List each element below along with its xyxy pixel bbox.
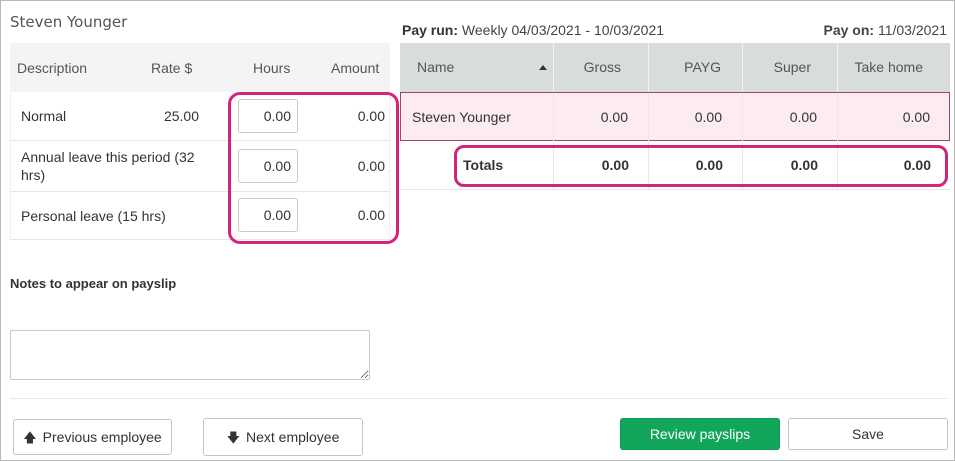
- arrow-up-icon: 🡅: [23, 430, 37, 445]
- pay-item-description: Normal: [21, 108, 67, 124]
- column-divider: [553, 141, 554, 189]
- pay-item-rate: 25.00: [163, 108, 199, 124]
- column-divider: [742, 93, 743, 141]
- column-divider: [648, 141, 649, 189]
- hours-input-normal[interactable]: [238, 99, 298, 133]
- pay-on-value: 11/03/2021: [877, 22, 947, 38]
- header-payg[interactable]: PAYG: [648, 43, 742, 92]
- pay-run-label: Pay run:: [402, 22, 459, 38]
- summary-employee-row[interactable]: Steven Younger 0.00 0.00 0.00 0.00: [400, 92, 950, 141]
- header-name: Name: [417, 59, 455, 75]
- pay-item-amount: 0.00: [357, 158, 385, 174]
- summary-take-home: 0.00: [902, 109, 930, 125]
- review-payslips-button[interactable]: Review payslips: [620, 418, 780, 450]
- header-amount: Amount: [331, 60, 380, 76]
- hours-input-personal-leave[interactable]: [238, 198, 298, 232]
- column-divider: [837, 141, 838, 189]
- footer-divider: [10, 398, 948, 399]
- pay-items-table: Description Rate $ Hours Amount Normal 2…: [10, 43, 390, 240]
- employee-name: Steven Younger: [10, 13, 128, 31]
- totals-label: Totals: [463, 157, 504, 173]
- summary-totals-row: Totals 0.00 0.00 0.00 0.00: [400, 141, 950, 190]
- pay-item-description: Personal leave (15 hrs): [21, 208, 166, 224]
- summary-employee-name: Steven Younger: [412, 109, 511, 125]
- pay-run-value: Weekly 04/03/2021 - 10/03/2021: [461, 22, 665, 38]
- totals-payg: 0.00: [695, 157, 723, 173]
- pay-on-label: Pay on:: [823, 22, 875, 38]
- next-employee-label: Next employee: [245, 429, 340, 445]
- arrow-down-icon: 🡇: [226, 430, 240, 445]
- column-divider: [837, 93, 838, 141]
- pay-run-info: Pay run: Weekly 04/03/2021 - 10/03/2021: [402, 22, 664, 38]
- summary-payg: 0.00: [694, 109, 722, 125]
- pay-item-amount: 0.00: [357, 108, 385, 124]
- save-button[interactable]: Save: [788, 418, 948, 450]
- totals-super: 0.00: [790, 157, 818, 173]
- previous-employee-label: Previous employee: [42, 429, 162, 445]
- pay-item-row: Normal 25.00 0.00: [10, 92, 390, 141]
- header-hours: Hours: [253, 60, 291, 76]
- summary-gross: 0.00: [600, 109, 628, 125]
- summary-header: Name Gross PAYG Super Take home: [400, 43, 950, 92]
- header-gross[interactable]: Gross: [553, 43, 648, 92]
- totals-take-home: 0.00: [903, 157, 931, 173]
- hours-input-annual-leave[interactable]: [238, 149, 298, 183]
- previous-employee-button[interactable]: 🡅 Previous employee: [13, 419, 172, 455]
- pay-on-info: Pay on: 11/03/2021: [824, 22, 948, 38]
- column-divider: [553, 93, 554, 141]
- pay-item-amount: 0.00: [357, 207, 385, 223]
- totals-gross: 0.00: [601, 157, 629, 173]
- column-divider: [742, 141, 743, 189]
- column-divider: [648, 93, 649, 141]
- pay-items-header: Description Rate $ Hours Amount: [10, 43, 390, 92]
- header-super[interactable]: Super: [742, 43, 837, 92]
- header-name-sortable[interactable]: Name: [400, 43, 553, 92]
- pay-item-row: Annual leave this period (32 hrs) 0.00: [10, 141, 390, 192]
- next-employee-button[interactable]: 🡇 Next employee: [203, 418, 363, 456]
- pay-item-description: Annual leave this period (32 hrs): [21, 149, 195, 183]
- notes-input[interactable]: [10, 330, 370, 380]
- header-description: Description: [17, 60, 88, 76]
- header-rate: Rate $: [151, 60, 193, 76]
- pay-item-row: Personal leave (15 hrs) 0.00: [10, 192, 390, 240]
- summary-super: 0.00: [789, 109, 817, 125]
- header-take-home[interactable]: Take home: [837, 43, 950, 92]
- sort-ascending-icon: [539, 65, 547, 70]
- notes-label: Notes to appear on payslip: [10, 276, 177, 291]
